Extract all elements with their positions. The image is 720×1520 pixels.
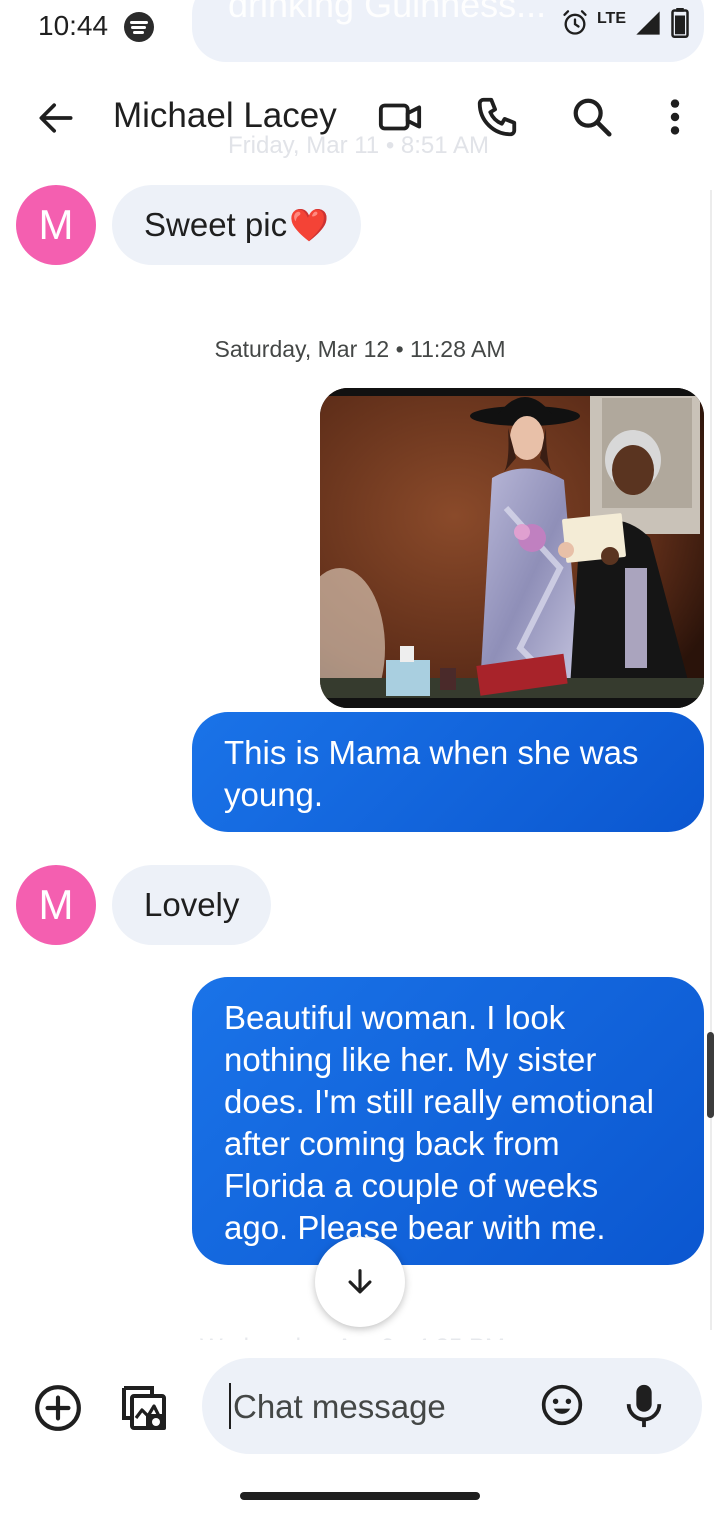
phone-icon[interactable] xyxy=(474,94,520,140)
alarm-icon xyxy=(563,10,587,35)
message-text: Sweet pic xyxy=(144,206,288,243)
network-type: LTE xyxy=(596,10,626,27)
message-text: Lovely xyxy=(144,886,240,923)
contact-name[interactable]: Michael Lacey xyxy=(113,96,337,136)
emoji-icon[interactable] xyxy=(540,1383,584,1427)
system-icons: LTE xyxy=(561,8,690,38)
chat-message-input[interactable] xyxy=(231,1378,535,1436)
ghost-date-separator: Friday, Mar 11 • 8:51 AM xyxy=(228,132,489,159)
status-time: 10:44 xyxy=(38,10,109,41)
notification-peek-text: drinking Guinness... xyxy=(228,0,547,25)
message-line: Beautiful woman. I look xyxy=(224,999,566,1036)
incoming-message[interactable]: Sweet pic ❤️ xyxy=(112,185,361,265)
scrollbar-thumb[interactable] xyxy=(707,1032,714,1118)
photo-attachment[interactable] xyxy=(320,388,704,708)
outgoing-message[interactable]: This is Mama when she was young. xyxy=(192,712,704,832)
arrow-down-icon xyxy=(348,1269,372,1294)
gallery-camera-icon[interactable] xyxy=(114,1380,170,1436)
back-arrow-icon[interactable] xyxy=(34,96,78,140)
message-line: after coming back from xyxy=(224,1125,560,1162)
message-line: does. I'm still really emotional xyxy=(224,1083,654,1120)
message-line: Florida a couple of weeks xyxy=(224,1167,599,1204)
battery-icon xyxy=(671,8,689,38)
more-vert-icon[interactable] xyxy=(652,94,698,140)
video-call-icon[interactable] xyxy=(377,94,423,140)
heart-emoji: ❤️ xyxy=(289,207,329,243)
date-separator: Saturday, Mar 12 • 11:28 AM xyxy=(214,336,506,362)
message-line: nothing like her. My sister xyxy=(224,1041,597,1078)
outgoing-message[interactable]: Beautiful woman. I look nothing like her… xyxy=(192,977,704,1265)
add-circle-icon[interactable] xyxy=(33,1383,83,1433)
search-icon[interactable] xyxy=(569,94,615,140)
mic-icon[interactable] xyxy=(624,1383,664,1429)
avatar[interactable]: M xyxy=(16,185,96,265)
avatar[interactable]: M xyxy=(16,865,96,945)
incoming-message[interactable]: Lovely xyxy=(112,865,272,945)
scroll-to-bottom-button[interactable] xyxy=(315,1237,405,1327)
message-line: ago. Please bear with me. xyxy=(224,1209,606,1246)
message-line: This is Mama when she was xyxy=(224,734,639,771)
home-indicator[interactable] xyxy=(240,1492,480,1500)
vintage-photo-image xyxy=(320,388,704,708)
message-line: young. xyxy=(224,776,324,813)
signal-icon xyxy=(636,11,660,35)
spotify-icon xyxy=(124,12,154,42)
